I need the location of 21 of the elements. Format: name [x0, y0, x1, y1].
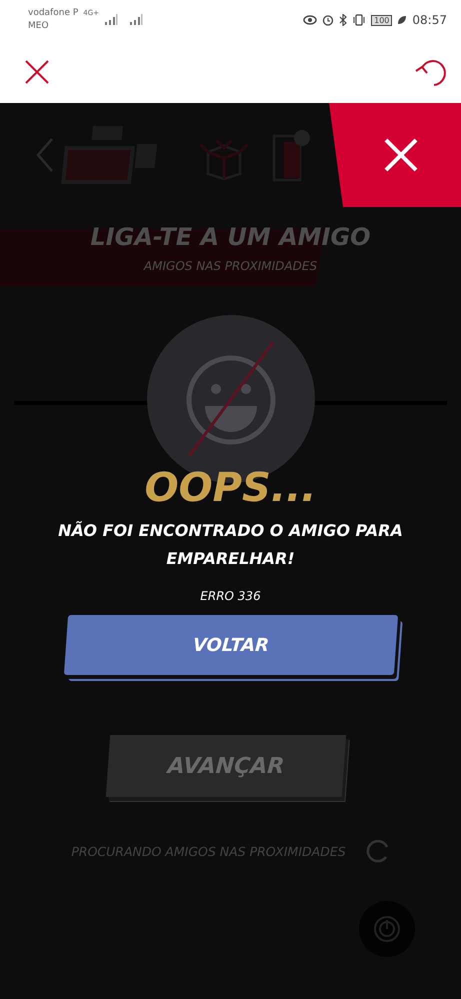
- signal-icon: [129, 14, 144, 26]
- alarm-icon: [322, 14, 334, 26]
- bluetooth-icon: [339, 14, 348, 26]
- leaf-icon: [397, 15, 408, 25]
- dialog-title: OOPS...: [144, 465, 316, 511]
- close-panel[interactable]: [329, 103, 461, 207]
- vibrate-icon: [352, 14, 366, 26]
- page-subtitle: AMIGOS NAS PROXIMIDADES: [144, 259, 318, 273]
- carrier-name: vodafone P: [28, 7, 78, 20]
- carrier-name: MEO: [28, 20, 50, 33]
- clock-time: 08:57: [412, 13, 447, 27]
- eye-icon: [303, 15, 318, 25]
- power-icon: [373, 915, 401, 943]
- battery-level: 100: [371, 14, 392, 26]
- page-title: LIGA-TE A UM AMIGO: [90, 223, 371, 251]
- back-button[interactable]: VOLTAR: [63, 615, 398, 675]
- close-icon[interactable]: [25, 60, 49, 84]
- signal-icon: [104, 14, 118, 26]
- error-code: ERRO 336: [200, 589, 261, 603]
- loading-spinner-icon: [366, 839, 390, 863]
- dialog-message: NÃO FOI ENCONTRADO O AMIGO PARA EMPARELHAR!: [57, 520, 404, 570]
